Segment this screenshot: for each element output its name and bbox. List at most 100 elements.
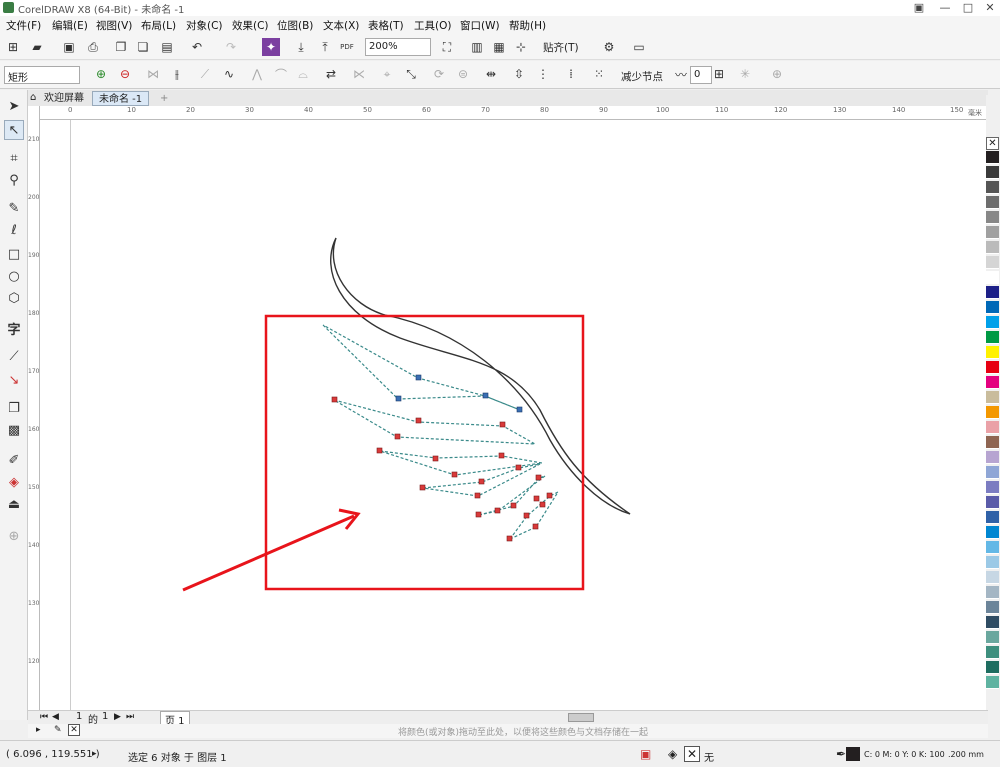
menu-layout[interactable]: 布局(L) [141,18,176,33]
menu-window[interactable]: 窗口(W) [460,18,500,33]
extract-subpath-icon[interactable]: ⌖ [378,65,396,83]
color-swatch[interactable] [986,226,999,239]
eyedropper-icon[interactable]: ✐ [4,450,24,470]
snap-to-dropdown[interactable]: 贴齐(T) [543,40,579,55]
color-swatch[interactable] [986,511,999,524]
color-swatch[interactable] [986,181,999,194]
parallel-dimension-icon[interactable]: ⟋ [4,346,24,366]
print-icon[interactable]: ⎙ [84,38,102,56]
copy-icon[interactable]: ❏ [134,38,152,56]
launch-app-icon[interactable]: ▭ [630,38,648,56]
color-swatch[interactable] [986,331,999,344]
color-swatch[interactable] [986,361,999,374]
full-screen-icon[interactable]: ⛶ [438,38,456,56]
artistic-media-icon[interactable]: ℓ [4,220,24,240]
color-swatch[interactable] [986,571,999,584]
color-swatch[interactable] [986,436,999,449]
node-select-icon[interactable]: ⁙ [590,65,608,83]
add-node-icon[interactable]: ⊕ [92,65,110,83]
shape-type-select[interactable]: 矩形 [4,66,80,84]
quick-customize-icon[interactable]: ⊕ [4,526,24,546]
color-swatch[interactable] [986,196,999,209]
color-swatch[interactable] [986,646,999,659]
options-gear-icon[interactable]: ⚙ [600,38,618,56]
prev-page-icon[interactable]: ◀ [52,712,59,722]
shape-tool-icon[interactable]: ↖ [4,120,24,140]
polygon-tool-icon[interactable]: ⬡ [4,288,24,308]
tab-document[interactable]: 未命名 -1 [92,91,150,106]
reflect-h-icon[interactable]: ⇹ [482,65,500,83]
feather-3[interactable] [379,450,543,476]
color-swatch[interactable] [986,241,999,254]
outline-color-swatch[interactable] [846,747,860,761]
rulers-icon[interactable]: ▥ [468,38,486,56]
color-swatch[interactable] [986,316,999,329]
smooth-node-icon[interactable]: ⌒ [272,65,290,83]
feather-5[interactable] [478,475,546,516]
open-folder-icon[interactable]: ▰ [28,38,46,56]
transparency-icon[interactable]: ▩ [4,420,24,440]
ellipse-tool-icon[interactable]: ○ [4,266,24,286]
color-swatch[interactable] [986,676,999,689]
wing-outline[interactable] [330,237,631,515]
color-swatch[interactable] [986,391,999,404]
reduce-nodes-button[interactable]: 减少节点 [621,69,663,84]
reverse-direction-icon[interactable]: ⇄ [322,65,340,83]
menu-edit[interactable]: 编辑(E) [52,18,88,33]
zoom-tool-icon[interactable]: ⚲ [4,170,24,190]
join-nodes-icon[interactable]: ⋈ [144,65,162,83]
boundary-icon[interactable]: ✳ [736,65,754,83]
add-tab-button[interactable]: + [154,91,174,106]
color-swatch[interactable] [986,496,999,509]
color-swatch[interactable] [986,616,999,629]
color-swatch[interactable] [986,376,999,389]
next-page-icon[interactable]: ▶ [114,712,121,722]
tab-welcome[interactable]: 欢迎屏幕 [38,91,90,106]
color-swatch[interactable] [986,556,999,569]
color-swatch[interactable] [986,211,999,224]
search-content-icon[interactable]: ✦ [262,38,280,56]
stretch-nodes-icon[interactable]: ⤡ [402,65,420,83]
drop-shadow-icon[interactable]: ❐ [4,398,24,418]
undo-icon[interactable]: ↶ [188,38,206,56]
menu-bitmap[interactable]: 位图(B) [277,18,313,33]
redo-icon[interactable]: ↷ [222,38,240,56]
color-swatch[interactable] [986,466,999,479]
color-swatch[interactable] [986,526,999,539]
color-proof-icon[interactable]: ▣ [640,747,651,761]
menu-effects[interactable]: 效果(C) [232,18,269,33]
color-swatch[interactable] [986,481,999,494]
menu-file[interactable]: 文件(F) [6,18,41,33]
export-icon[interactable]: ⤒ [316,38,334,56]
add-property-icon[interactable]: ⊕ [768,65,786,83]
first-page-icon[interactable]: ⏮ [40,712,48,722]
smart-fill-icon[interactable]: ⏏ [4,494,24,514]
select-all-nodes-icon[interactable]: ⁞ [562,65,580,83]
horizontal-ruler[interactable]: 0 10 20 30 40 50 60 70 80 90 100 110 120… [40,106,988,120]
cusp-node-icon[interactable]: ⋀ [248,65,266,83]
color-swatch[interactable] [986,631,999,644]
menu-view[interactable]: 视图(V) [96,18,132,33]
extend-curve-icon[interactable]: ⋉ [350,65,368,83]
color-swatch[interactable] [986,301,999,314]
fill-bucket-icon[interactable]: ◈ [668,747,677,761]
horizontal-scrollbar-thumb[interactable] [568,713,594,722]
guidelines-icon[interactable]: ⊹ [512,38,530,56]
status-expand-icon[interactable]: ▸ [92,749,97,759]
tools-dropdown-icon[interactable]: ▸ [36,725,41,735]
pick-tool-icon[interactable]: ➤ [4,96,24,116]
color-swatch[interactable] [986,271,999,284]
save-icon[interactable]: ▣ [60,38,78,56]
symmetrical-node-icon[interactable]: ⌓ [294,65,312,83]
new-document-icon[interactable]: ⊞ [4,38,22,56]
color-swatch[interactable] [986,286,999,299]
import-icon[interactable]: ⤓ [292,38,310,56]
menu-object[interactable]: 对象(C) [186,18,223,33]
reflect-v-icon[interactable]: ⇳ [510,65,528,83]
color-swatch[interactable] [986,421,999,434]
menu-table[interactable]: 表格(T) [368,18,404,33]
smoothness-icon[interactable]: 〰 [672,65,690,83]
align-nodes-icon[interactable]: ⊜ [454,65,472,83]
outline-pen-icon[interactable]: ✒ [836,747,846,761]
fill-none-swatch[interactable]: ✕ [684,746,700,762]
